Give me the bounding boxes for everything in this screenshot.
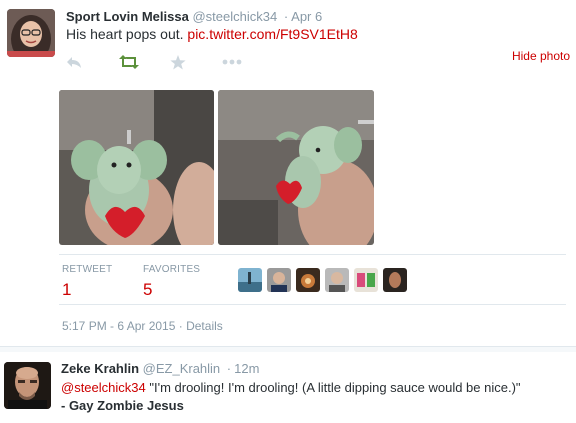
avatar[interactable] [4, 362, 51, 409]
retweet-count: 1 [62, 280, 72, 299]
favorites-count: 5 [143, 280, 153, 299]
username[interactable]: @steelchick34 [192, 9, 277, 24]
retweet-icon [118, 55, 140, 69]
star-icon [170, 54, 186, 70]
reply-signature: - Gay Zombie Jesus [61, 398, 184, 413]
reply-time[interactable]: 12m [234, 361, 259, 376]
tweet-actions [66, 52, 274, 72]
photo[interactable] [59, 90, 214, 245]
reply-text: @steelchick34 "I'm drooling! I'm droolin… [61, 379, 571, 415]
separator: · [226, 361, 232, 376]
retweet-stat[interactable]: RETWEET 1 [62, 264, 112, 300]
fullname[interactable]: Sport Lovin Melissa [66, 9, 189, 24]
more-button[interactable] [222, 52, 274, 72]
favorites-label: FAVORITES [143, 264, 201, 275]
reply-button[interactable] [66, 52, 118, 72]
hide-photo-link[interactable]: Hide photo [512, 49, 570, 63]
retweet-label: RETWEET [62, 264, 113, 275]
more-icon [222, 59, 242, 65]
favorites-stat[interactable]: FAVORITES 5 [143, 264, 200, 300]
meta-separator: · [178, 319, 183, 333]
mention-link[interactable]: @steelchick34 [61, 380, 146, 395]
tweet-meta: 5:17 PM - 6 Apr 2015 · Details [62, 319, 223, 333]
tweet-text-body: His heart pops out. [66, 26, 184, 42]
avatar[interactable] [267, 268, 291, 292]
tweet: Sport Lovin Melissa @steelchick34 · Apr 6… [0, 0, 576, 346]
avatar[interactable] [7, 9, 55, 57]
reply-icon [66, 55, 82, 69]
tweet-link[interactable]: pic.twitter.com/Ft9SV1EtH8 [187, 26, 357, 42]
favoriter-avatars [238, 268, 412, 292]
favorite-button[interactable] [170, 52, 222, 72]
avatar[interactable] [354, 268, 378, 292]
divider [59, 304, 566, 305]
avatar[interactable] [325, 268, 349, 292]
tweet-timestamp[interactable]: 5:17 PM - 6 Apr 2015 [62, 319, 175, 333]
retweet-button[interactable] [118, 52, 170, 72]
separator: · [283, 9, 289, 24]
tweet-header: Sport Lovin Melissa @steelchick34 · Apr 6 [66, 9, 322, 24]
divider [59, 254, 566, 255]
avatar[interactable] [383, 268, 407, 292]
reply-text-body: "I'm drooling! I'm drooling! (A little d… [145, 380, 521, 395]
photo[interactable] [218, 90, 374, 245]
reply-header: Zeke Krahlin @EZ_Krahlin · 12m [61, 361, 259, 376]
fullname[interactable]: Zeke Krahlin [61, 361, 139, 376]
tweet-time[interactable]: Apr 6 [291, 9, 322, 24]
reply-tweet[interactable]: Zeke Krahlin @EZ_Krahlin · 12m @steelchic… [0, 352, 576, 423]
avatar[interactable] [238, 268, 262, 292]
tweet-text: His heart pops out. pic.twitter.com/Ft9S… [66, 26, 358, 42]
avatar[interactable] [296, 268, 320, 292]
photo-grid [59, 90, 374, 245]
username[interactable]: @EZ_Krahlin [143, 361, 221, 376]
details-link[interactable]: Details [186, 319, 223, 333]
